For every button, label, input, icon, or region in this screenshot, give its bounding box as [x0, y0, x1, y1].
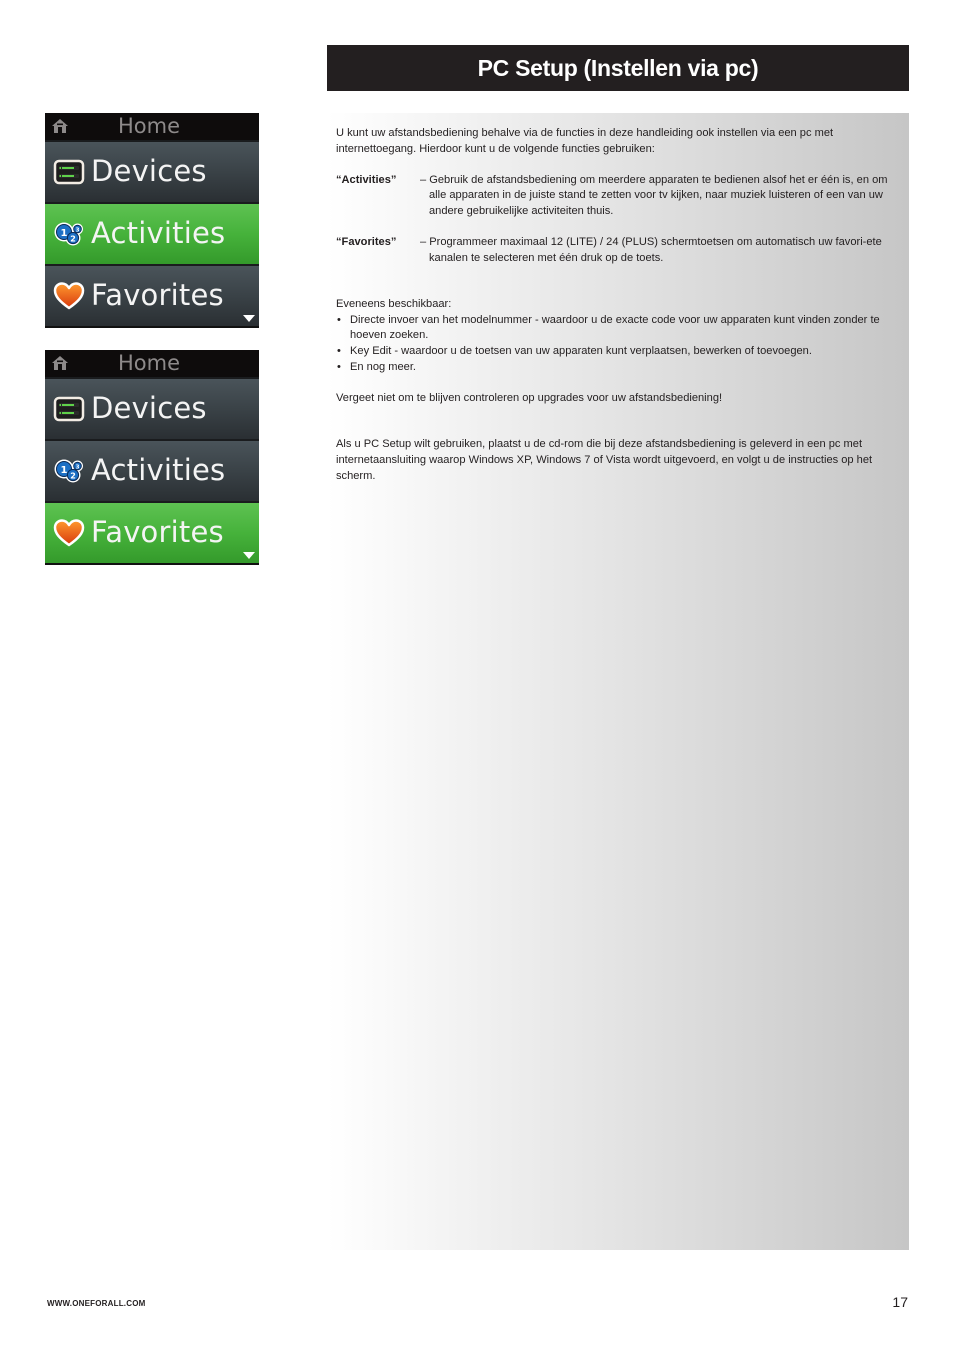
definition-description: – Gebruik de afstandsbediening om meerde… — [420, 173, 888, 217]
svg-text:2: 2 — [70, 472, 76, 481]
menu-label: Devices — [91, 391, 207, 425]
list-item: • Directe invoer van het modelnummer - w… — [336, 313, 898, 344]
reminder-paragraph: Vergeet niet om te blijven controleren o… — [336, 391, 723, 404]
activities-icon: 1 2 3 — [54, 459, 83, 483]
favorites-heart-icon — [53, 282, 85, 310]
content-body: U kunt uw afstandsbediening behalve via … — [336, 126, 898, 484]
footer-website-url: WWW.ONEFORALL.COM — [47, 1299, 146, 1308]
menu-item-activities[interactable]: 1 2 3 Activities — [45, 202, 259, 264]
devices-icon — [53, 396, 85, 422]
menu-item-favorites[interactable]: Favorites — [45, 264, 259, 326]
svg-text:1: 1 — [61, 228, 68, 239]
menu-label: Activities — [91, 453, 226, 487]
devices-icon — [53, 159, 85, 185]
menu-item-activities[interactable]: 1 2 3 Activities — [45, 439, 259, 501]
activities-icon: 1 2 3 — [54, 222, 83, 246]
menu-label: Activities — [91, 216, 226, 250]
instructions-paragraph: Als u PC Setup wilt gebruiken, plaatst u… — [336, 438, 873, 482]
menu-label: Favorites — [91, 515, 224, 549]
list-item: • En nog meer. — [336, 360, 898, 376]
page-number: 17 — [892, 1294, 908, 1310]
definition-favorites: “Favorites” – Programmeer maximaal 12 (L… — [336, 235, 898, 266]
bullet-icon: • — [337, 344, 341, 357]
home-icon — [52, 356, 68, 370]
home-label: Home — [118, 351, 181, 375]
intro-paragraph: U kunt uw afstandsbediening behalve via … — [336, 127, 834, 155]
list-item: • Key Edit - waardoor u de toetsen van u… — [336, 344, 898, 360]
list-item-text: Directe invoer van het modelnummer - waa… — [350, 313, 880, 342]
feature-list: • Directe invoer van het modelnummer - w… — [336, 313, 898, 375]
also-available-heading: Eveneens beschikbaar: — [336, 298, 452, 311]
svg-text:2: 2 — [70, 235, 76, 244]
scroll-down-arrow-icon[interactable] — [242, 314, 256, 323]
scroll-down-arrow-icon[interactable] — [242, 551, 256, 560]
menu-item-devices[interactable]: Devices — [45, 140, 259, 202]
list-item-text: Key Edit - waardoor u de toetsen van uw … — [350, 344, 812, 357]
definition-term: “Activities” — [336, 173, 397, 186]
remote-screen-activities-selected: Home Devices 1 2 3 Activities Favorites — [45, 113, 259, 328]
screen-header: Home — [45, 350, 259, 377]
home-label: Home — [118, 114, 181, 138]
svg-text:3: 3 — [76, 465, 80, 471]
definition-term: “Favorites” — [336, 235, 397, 248]
menu-label: Devices — [91, 154, 207, 188]
svg-text:3: 3 — [76, 228, 80, 234]
screen-header: Home — [45, 113, 259, 140]
bullet-icon: • — [337, 360, 341, 373]
definition-activities: “Activities” – Gebruik de afstandsbedien… — [336, 173, 898, 220]
page-title: PC Setup (Instellen via pc) — [477, 54, 759, 81]
content-panel: U kunt uw afstandsbediening behalve via … — [327, 113, 909, 1250]
menu-label: Favorites — [91, 278, 224, 312]
svg-text:1: 1 — [61, 465, 68, 476]
favorites-heart-icon — [53, 519, 85, 547]
bullet-icon: • — [337, 313, 341, 326]
list-item-text: En nog meer. — [350, 360, 416, 373]
menu-item-devices[interactable]: Devices — [45, 377, 259, 439]
home-icon — [52, 119, 68, 133]
page-title-bar: PC Setup (Instellen via pc) — [327, 45, 909, 91]
menu-item-favorites[interactable]: Favorites — [45, 501, 259, 563]
remote-screen-favorites-selected: Home Devices 1 2 3 Activities Favorites — [45, 350, 259, 565]
definition-description: – Programmeer maximaal 12 (LITE) / 24 (P… — [420, 235, 882, 264]
